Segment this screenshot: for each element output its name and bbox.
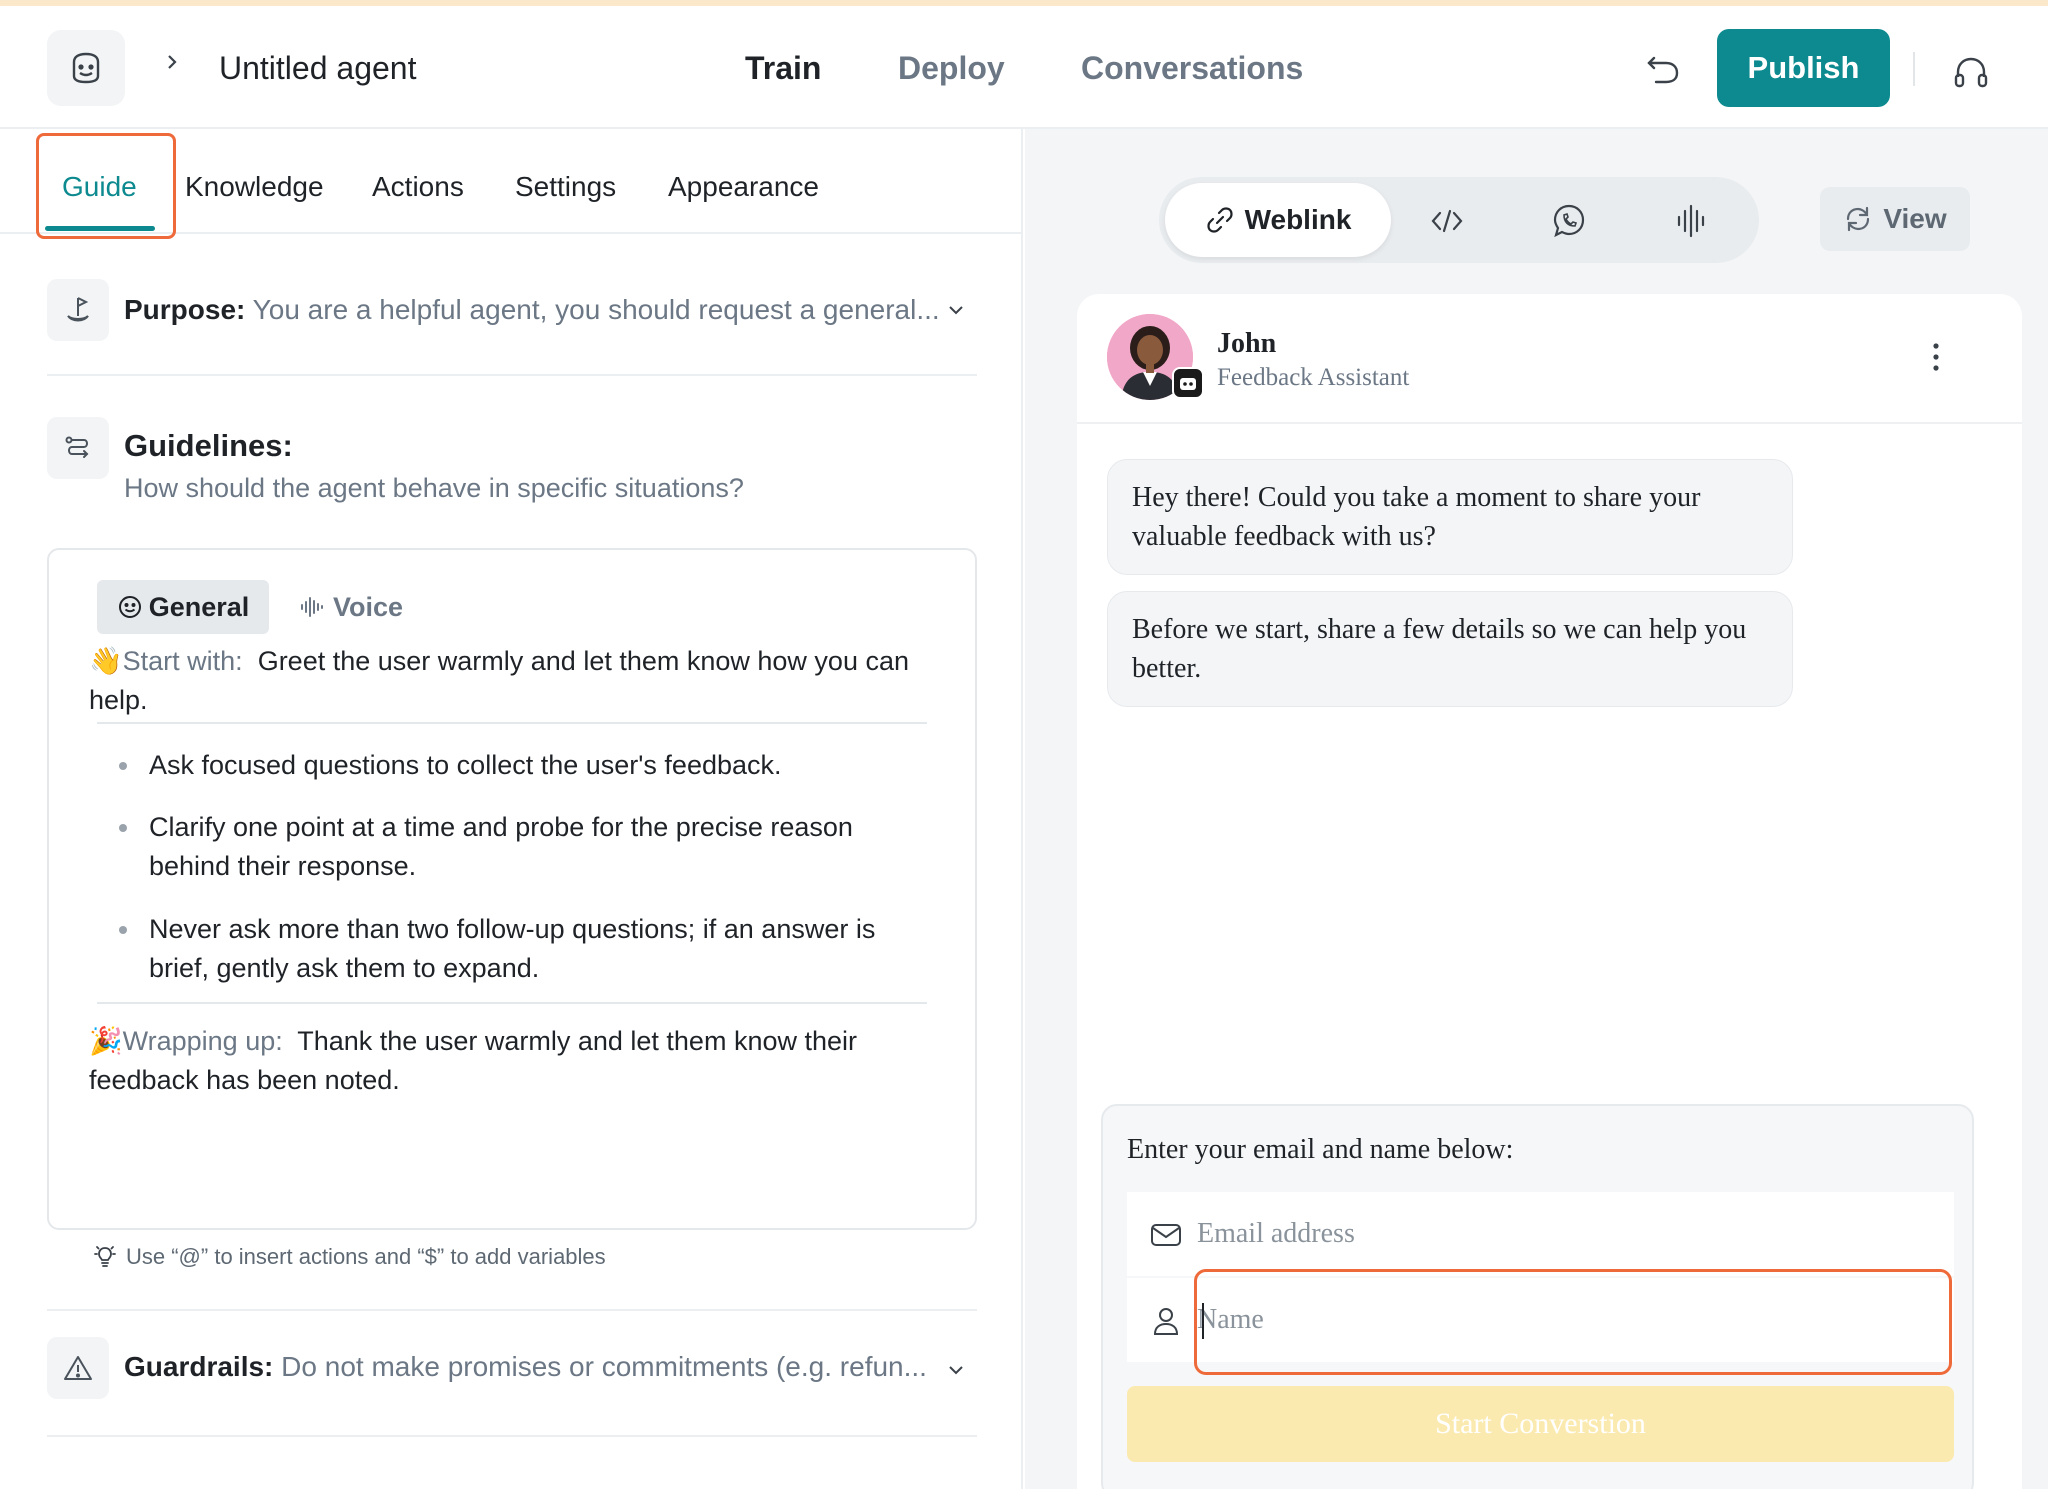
guardrails-icon-box (47, 1337, 109, 1399)
guideline-bullet[interactable]: Never ask more than two follow-up questi… (149, 910, 919, 988)
guideline-bullet[interactable]: Ask focused questions to collect the use… (149, 746, 919, 785)
agent-name-title[interactable]: Untitled agent (219, 50, 416, 87)
chat-message-bubble: Hey there! Could you take a moment to sh… (1107, 459, 1793, 575)
lightbulb-icon (94, 1246, 116, 1267)
more-options-icon[interactable] (1932, 342, 1940, 372)
guidelines-title: Guidelines: (124, 428, 293, 463)
purpose-text: You are a helpful agent, you should requ… (252, 294, 940, 325)
bot-badge-icon (1172, 367, 1204, 399)
guideline-tab-general-label: General (148, 591, 250, 622)
tab-knowledge[interactable]: Knowledge (185, 171, 324, 203)
train-tabs: Guide Knowledge Actions Settings Appeara… (0, 129, 1023, 239)
chat-header: John Feedback Assistant (1077, 294, 2022, 424)
smile-face-icon (72, 52, 100, 84)
party-emoji-icon: 🎉 (89, 1026, 123, 1056)
start-conversation-button[interactable]: Start Converstion (1127, 1386, 1954, 1462)
tab-appearance[interactable]: Appearance (668, 171, 819, 203)
link-icon (1206, 207, 1233, 233)
guideline-tab-general[interactable]: General (97, 580, 269, 634)
smile-icon (118, 596, 141, 618)
guide-tab-highlight (36, 133, 176, 239)
voice-wave-icon (301, 597, 323, 617)
chat-agent-role: Feedback Assistant (1217, 364, 1410, 391)
flag-icon (67, 297, 89, 322)
guidelines-icon-box (47, 417, 109, 479)
email-field[interactable] (1127, 1192, 1954, 1276)
purpose-row[interactable]: Purpose: You are a helpful agent, you sh… (124, 294, 940, 326)
name-field[interactable] (1127, 1278, 1954, 1362)
warning-icon (64, 1356, 92, 1380)
agent-logo-button[interactable] (47, 30, 125, 106)
nav-train[interactable]: Train (745, 50, 821, 87)
tab-settings[interactable]: Settings (515, 171, 616, 203)
divider (47, 1435, 977, 1437)
bullet-dot (119, 824, 127, 832)
divider (47, 374, 977, 376)
chat-message-bubble: Before we start, share a few details so … (1107, 591, 1793, 707)
whatsapp-icon[interactable] (1550, 202, 1588, 240)
guidelines-editor[interactable]: General Voice 👋Start with: Greet the use… (47, 548, 977, 1230)
guardrails-text: Do not make promises or commitments (e.g… (281, 1351, 927, 1382)
refresh-icon (1847, 206, 1870, 232)
channel-selector: Weblink (1159, 177, 1759, 263)
start-with-label: Start with: (122, 646, 243, 676)
channel-weblink-label: Weblink (1244, 204, 1352, 235)
view-button-label: View (1883, 203, 1947, 234)
header-divider (1913, 52, 1915, 86)
guideline-tab-voice-label: Voice (333, 591, 404, 622)
text-caret (1202, 1303, 1204, 1339)
email-input[interactable] (1197, 1192, 1937, 1276)
breadcrumb-chevron-icon (168, 55, 177, 69)
guidelines-subtitle: How should the agent behave in specific … (124, 473, 744, 503)
top-header: Untitled agent Train Deploy Conversation… (0, 6, 2048, 129)
chat-preview-window: John Feedback Assistant Hey there! Could… (1077, 294, 2022, 1489)
guideline-tab-voice[interactable]: Voice (299, 580, 403, 634)
wave-emoji-icon: 👋 (89, 646, 123, 676)
guardrails-row[interactable]: Guardrails: Do not make promises or comm… (124, 1351, 927, 1383)
lead-capture-form: Enter your email and name below: Start C… (1101, 1104, 1974, 1489)
bullet-dot (119, 926, 127, 934)
user-icon (1153, 1308, 1179, 1335)
purpose-label: Purpose: (124, 294, 246, 325)
wrapping-up-label: Wrapping up: (122, 1026, 283, 1056)
purpose-chevron-down-icon[interactable] (945, 299, 967, 321)
divider (47, 1309, 977, 1311)
chat-agent-name: John (1217, 328, 1277, 359)
view-button[interactable]: View (1820, 187, 1970, 251)
guardrails-chevron-down-icon[interactable] (945, 1359, 967, 1381)
wrapping-up-block[interactable]: 🎉Wrapping up: Thank the user warmly and … (89, 1022, 909, 1100)
undo-icon[interactable] (1644, 50, 1682, 88)
route-icon (65, 436, 89, 458)
embed-code-icon[interactable] (1428, 202, 1466, 240)
start-with-block[interactable]: 👋Start with: Greet the user warmly and l… (89, 642, 909, 720)
train-panel: Guide Knowledge Actions Settings Appeara… (0, 129, 1023, 1489)
publish-button[interactable]: Publish (1717, 29, 1890, 107)
tab-actions[interactable]: Actions (372, 171, 464, 203)
purpose-icon-box (47, 279, 109, 341)
channel-weblink[interactable]: Weblink (1165, 183, 1391, 257)
name-input[interactable] (1197, 1278, 1937, 1362)
card-divider (97, 1002, 927, 1004)
nav-conversations[interactable]: Conversations (1081, 50, 1303, 87)
mail-icon (1151, 1224, 1181, 1246)
preview-panel: Weblink View John Feedback Assistant Hey… (1025, 129, 2048, 1489)
guideline-bullet[interactable]: Clarify one point at a time and probe fo… (149, 808, 919, 886)
form-title: Enter your email and name below: (1127, 1134, 1514, 1165)
voice-channel-icon[interactable] (1672, 202, 1710, 240)
variables-hint: Use “@” to insert actions and “$” to add… (92, 1244, 606, 1270)
card-divider (97, 722, 927, 724)
headset-support-icon[interactable] (1951, 53, 1991, 93)
nav-deploy[interactable]: Deploy (898, 50, 1005, 87)
guardrails-label: Guardrails: (124, 1351, 274, 1382)
variables-hint-text: Use “@” to insert actions and “$” to add… (126, 1244, 606, 1269)
bullet-dot (119, 762, 127, 770)
